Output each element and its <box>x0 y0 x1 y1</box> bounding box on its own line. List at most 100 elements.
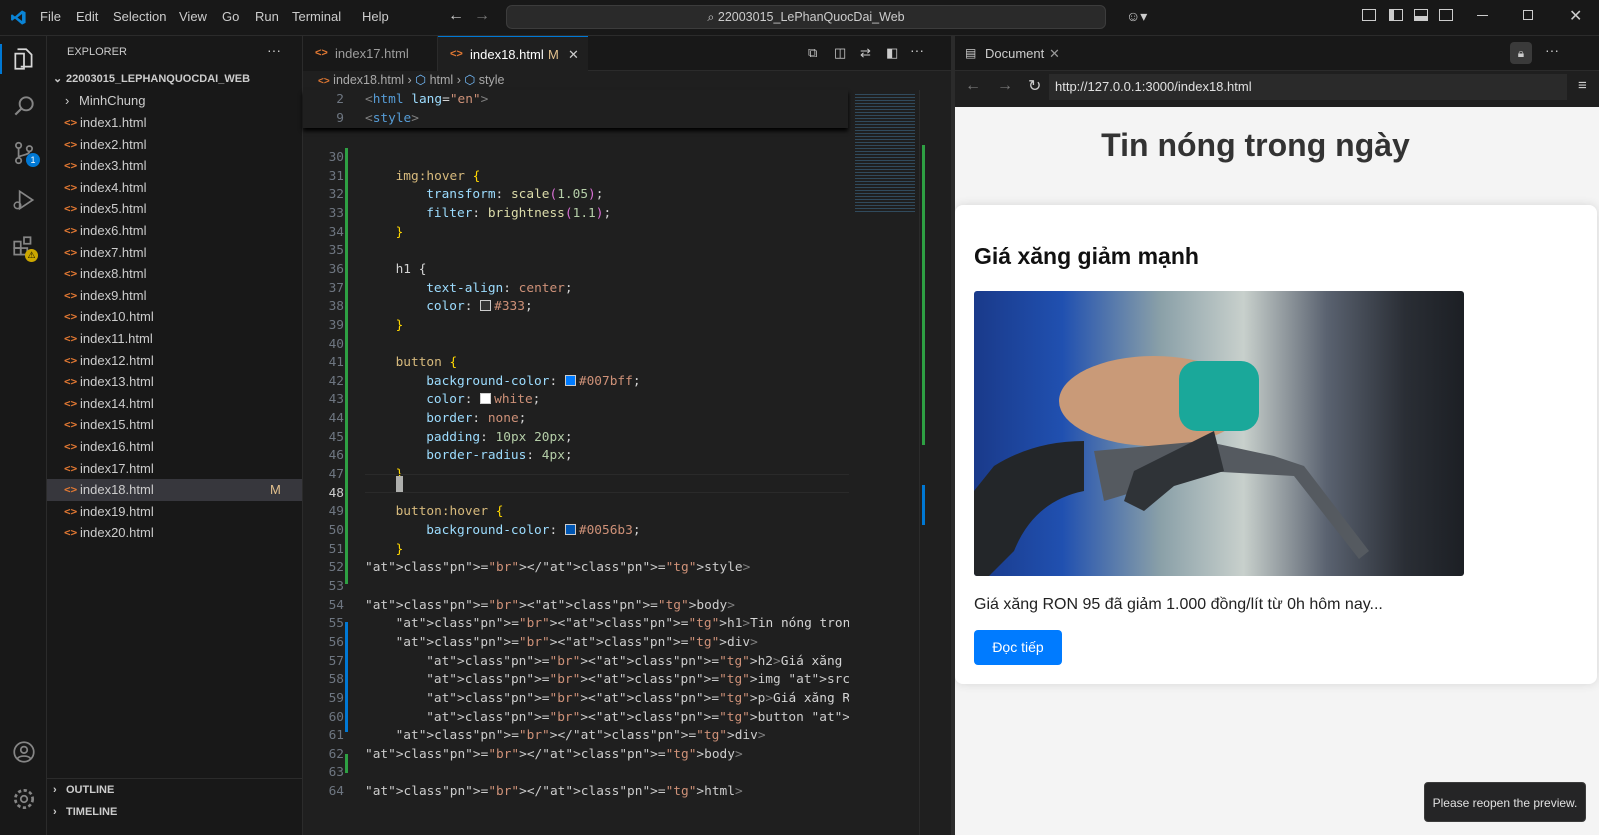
customize-layout-icon[interactable] <box>1362 9 1376 21</box>
code-line[interactable]: "at">class"pn">="br"></"at">class"pn">="… <box>396 726 766 745</box>
split-editor-icon[interactable]: ◧ <box>886 45 898 61</box>
file-item[interactable]: <> index16.html <box>47 436 302 458</box>
more-actions-icon[interactable]: ··· <box>1545 42 1559 58</box>
code-line[interactable]: text-align: center; <box>426 279 572 298</box>
file-item[interactable]: <> index6.html <box>47 220 302 242</box>
forward-arrow-icon[interactable]: → <box>474 7 490 25</box>
search-icon[interactable] <box>11 93 37 119</box>
file-item[interactable]: <> index12.html <box>47 350 302 372</box>
file-item[interactable]: <> index8.html <box>47 263 302 285</box>
reopen-preview-toast[interactable]: Please reopen the preview. <box>1424 782 1586 822</box>
menu-go[interactable]: Go <box>222 9 239 24</box>
command-center-search[interactable]: ⌕ 22003015_LePhanQuocDai_Web <box>506 5 1106 29</box>
menu-terminal[interactable]: Terminal <box>292 9 341 24</box>
file-item[interactable]: <> index10.html <box>47 306 302 328</box>
settings-gear-icon[interactable] <box>11 786 37 812</box>
url-bar[interactable]: http://127.0.0.1:3000/index18.html <box>1049 74 1567 100</box>
sticky-line-html[interactable]: <html lang="en"> <box>365 90 488 109</box>
vertical-scrollbar[interactable] <box>919 90 952 835</box>
toggle-sidebar-icon[interactable] <box>1389 9 1403 21</box>
file-item[interactable]: <> index7.html <box>47 242 302 264</box>
hamburger-menu-icon[interactable]: ≡ <box>1578 77 1587 94</box>
workspace-header[interactable]: ⌄ 22003015_LEPHANQUOCDAI_WEB <box>47 68 302 90</box>
breadcrumb-file[interactable]: index18.html <box>333 73 404 87</box>
more-actions-icon[interactable]: ··· <box>267 42 281 58</box>
code-line[interactable]: } <box>396 540 404 559</box>
code-line[interactable]: button { <box>396 353 458 372</box>
file-item[interactable]: <> index17.html <box>47 458 302 480</box>
reload-icon[interactable]: ↻ <box>1028 76 1041 96</box>
file-item[interactable]: <> index14.html <box>47 393 302 415</box>
file-item[interactable]: <> index20.html <box>47 522 302 544</box>
file-item[interactable]: <> index4.html <box>47 177 302 199</box>
close-window-icon[interactable]: ✕ <box>1569 6 1582 26</box>
menu-edit[interactable]: Edit <box>76 9 98 24</box>
forward-arrow-icon[interactable]: → <box>997 77 1013 95</box>
file-item[interactable]: <> index13.html <box>47 371 302 393</box>
accounts-icon[interactable] <box>11 739 37 765</box>
file-item[interactable]: <> index3.html <box>47 155 302 177</box>
code-line[interactable]: "at">class"pn">="br"></"at">class"pn">="… <box>365 782 743 801</box>
copilot-icon[interactable]: ☺▾ <box>1126 8 1147 25</box>
compare-changes-icon[interactable]: ⇄ <box>860 45 871 61</box>
file-item[interactable]: <> index19.html <box>47 501 302 523</box>
minimize-icon[interactable] <box>1477 15 1488 16</box>
menu-run[interactable]: Run <box>255 9 279 24</box>
code-line[interactable]: border-radius: 4px; <box>426 446 572 465</box>
open-preview-icon[interactable]: ⧉ <box>808 45 817 61</box>
file-item[interactable]: <> index9.html <box>47 285 302 307</box>
lock-icon[interactable]: 🔒︎ <box>1510 42 1532 64</box>
breadcrumb-html[interactable]: html <box>430 73 454 87</box>
file-item[interactable]: <> index15.html <box>47 414 302 436</box>
preview-side-icon[interactable]: ◫ <box>834 45 846 61</box>
code-line[interactable]: "at">class"pn">="br"></"at">class"pn">="… <box>365 745 743 764</box>
code-line[interactable]: color: #333; <box>426 297 533 316</box>
sticky-line-style[interactable]: <style> <box>365 109 419 128</box>
tab-document[interactable]: ▤ Document ✕ <box>955 36 1065 71</box>
code-line[interactable]: button:hover { <box>396 502 504 521</box>
code-line[interactable]: filter: brightness(1.1); <box>426 204 611 223</box>
file-item[interactable]: <> index5.html <box>47 198 302 220</box>
run-debug-icon[interactable] <box>11 187 37 213</box>
code-line[interactable]: transform: scale(1.05); <box>426 185 603 204</box>
code-line[interactable]: h1 { <box>396 260 427 279</box>
tab-index18[interactable]: <> index18.html M ✕ <box>438 36 588 71</box>
tab-index17[interactable]: <> index17.html <box>303 36 438 71</box>
toggle-secondary-sidebar-icon[interactable] <box>1439 9 1453 21</box>
file-item[interactable]: <> index11.html <box>47 328 302 350</box>
menu-help[interactable]: Help <box>362 9 389 24</box>
timeline-section[interactable]: › TIMELINE <box>47 801 302 823</box>
code-line[interactable]: img:hover { <box>396 167 481 186</box>
code-line[interactable]: color: white; <box>426 390 540 409</box>
file-item[interactable]: <> index2.html <box>47 134 302 156</box>
more-actions-icon[interactable]: ··· <box>910 42 924 58</box>
restore-icon[interactable] <box>1523 10 1533 20</box>
toggle-panel-icon[interactable] <box>1414 9 1428 21</box>
back-arrow-icon[interactable]: ← <box>965 77 981 95</box>
outline-section[interactable]: › OUTLINE <box>47 779 302 801</box>
code-line[interactable]: "at">class"pn">="br"><"at">class"pn">="t… <box>396 633 758 652</box>
menu-selection[interactable]: Selection <box>113 9 166 24</box>
code-line[interactable]: border: none; <box>426 409 526 428</box>
menu-view[interactable]: View <box>179 9 207 24</box>
minimap[interactable] <box>849 90 919 835</box>
code-line[interactable]: padding: 10px 20px; <box>426 428 572 447</box>
menu-file[interactable]: File <box>40 9 61 24</box>
folder-item-minhchung[interactable]: › MinhChung <box>47 90 302 112</box>
read-more-button[interactable]: Đọc tiếp <box>974 630 1062 665</box>
code-line[interactable]: "at">class"pn">="br"></"at">class"pn">="… <box>365 558 750 577</box>
close-tab-icon[interactable]: ✕ <box>1049 36 1060 71</box>
explorer-icon[interactable] <box>11 46 37 72</box>
code-line[interactable]: } <box>396 223 404 242</box>
code-line[interactable]: background-color: #0056b3; <box>426 521 640 540</box>
code-line[interactable]: } <box>396 316 404 335</box>
code-line[interactable]: "at">class"pn">="br"><"at">class"pn">="t… <box>365 596 735 615</box>
back-arrow-icon[interactable]: ← <box>448 7 464 25</box>
breadcrumb-style[interactable]: style <box>479 73 505 87</box>
close-tab-icon[interactable]: ✕ <box>568 37 579 72</box>
news-image[interactable] <box>974 291 1464 576</box>
code-editor[interactable]: <> index18.html › ⬡ html › ⬡ style 2 <ht… <box>303 71 1582 835</box>
file-item[interactable]: <> index18.html M <box>47 479 302 502</box>
file-item[interactable]: <> index1.html <box>47 112 302 134</box>
code-line[interactable]: background-color: #007bff; <box>426 372 640 391</box>
